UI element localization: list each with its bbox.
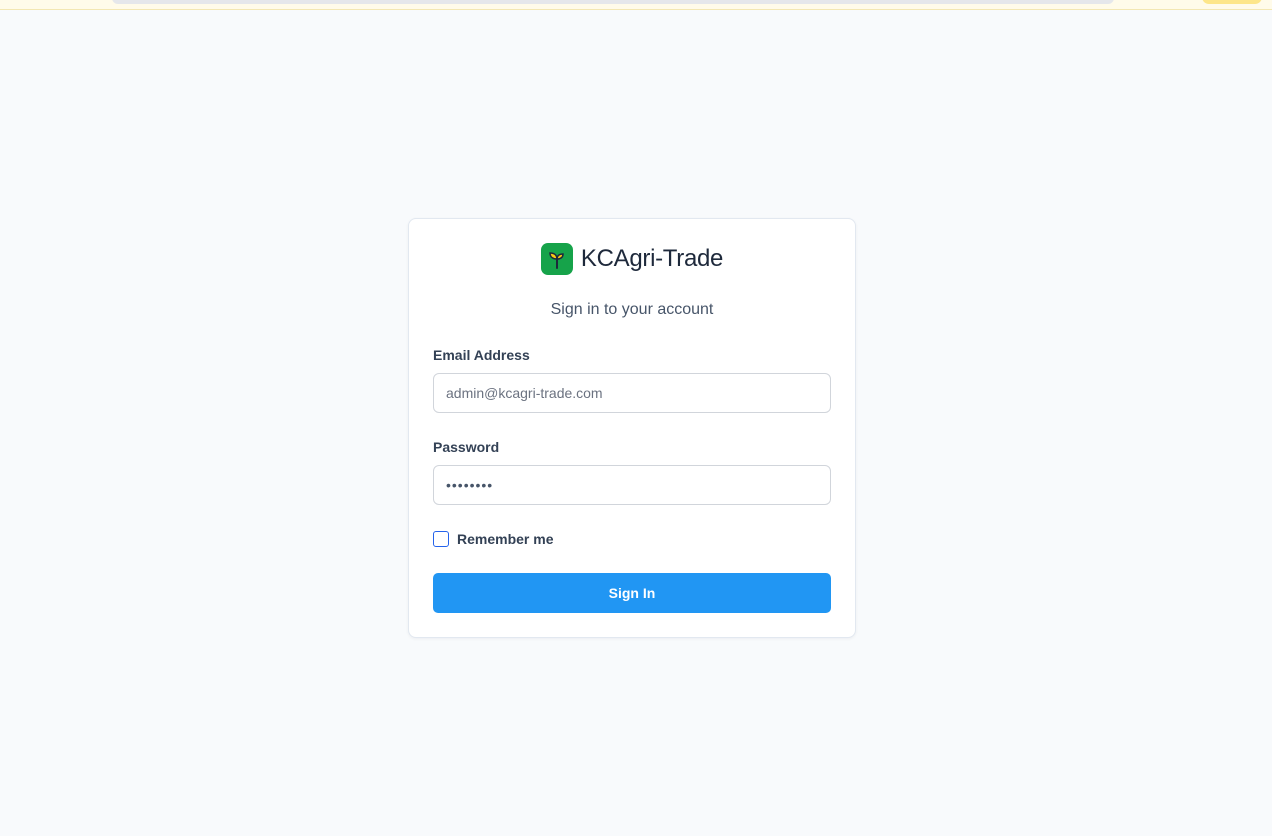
email-field[interactable] [433,373,831,413]
brand-name: KCAgri-Trade [580,245,724,272]
password-label: Password [433,439,500,455]
email-label: Email Address [433,347,530,363]
password-field[interactable] [433,465,831,505]
top-banner [0,0,1272,10]
remember-me-checkbox[interactable] [433,531,449,547]
remember-me-label[interactable]: Remember me [457,531,554,547]
banner-action-pill [1202,0,1262,4]
login-subtitle: Sign in to your account [550,301,714,318]
login-card: KCAgri-Trade Sign in to your account Ema… [408,218,856,638]
brand-header: KCAgri-Trade [409,243,855,275]
sign-in-button[interactable]: Sign In [433,573,831,613]
banner-address-bar [112,0,1114,4]
sprout-icon [540,243,573,275]
remember-me-row[interactable]: Remember me [433,531,554,547]
